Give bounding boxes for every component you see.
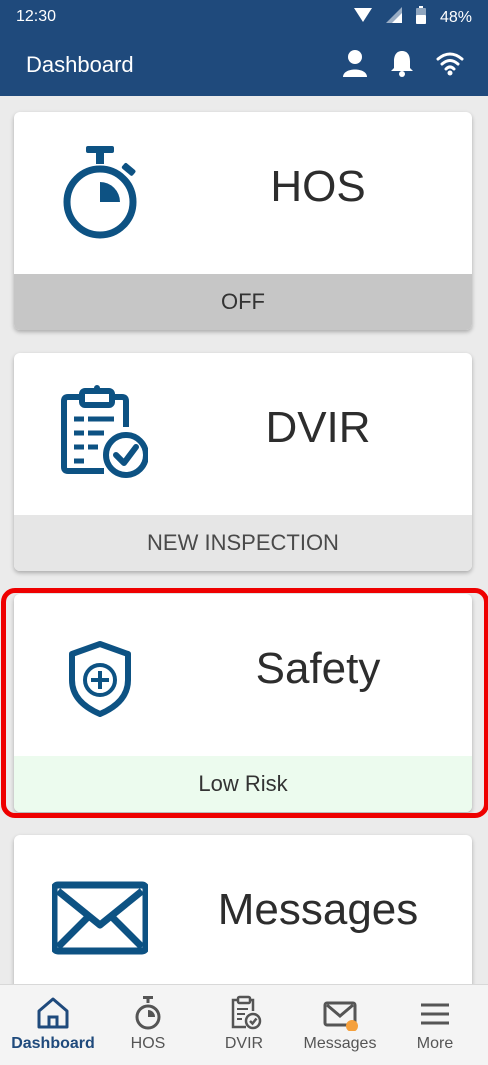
bell-icon[interactable]	[390, 49, 414, 77]
messages-card-title: Messages	[217, 885, 419, 934]
cell-signal-icon	[385, 7, 402, 28]
nav-dashboard[interactable]: Dashboard	[5, 985, 101, 1065]
hos-card-title: HOS	[270, 162, 366, 211]
safety-card-title: Safety	[255, 644, 381, 693]
hos-card[interactable]: HOS OFF	[14, 112, 472, 330]
app-actions	[342, 49, 464, 77]
app-bar: Dashboard	[0, 34, 488, 96]
home-icon	[35, 995, 71, 1031]
nav-hos[interactable]: HOS	[100, 985, 196, 1065]
stopwatch-icon	[130, 995, 166, 1031]
safety-card-body: Safety	[14, 594, 472, 756]
wifi-icon[interactable]	[436, 50, 464, 76]
dvir-card[interactable]: DVIR NEW INSPECTION	[14, 353, 472, 571]
battery-icon	[415, 6, 426, 29]
envelope-icon	[322, 995, 358, 1032]
hos-card-body: HOS	[14, 112, 472, 274]
messages-card[interactable]: Messages	[14, 835, 472, 984]
status-bar: 12:30 48%	[0, 0, 488, 34]
status-icons: 48%	[353, 6, 472, 29]
dvir-card-body: DVIR	[14, 353, 472, 515]
nav-label-dashboard: Dashboard	[11, 1035, 95, 1052]
menu-icon	[417, 995, 453, 1031]
dvir-card-title: DVIR	[265, 403, 371, 452]
dashboard-content: HOS OFF DVIR NEW INSPECTION Safety Low R…	[0, 96, 488, 984]
nav-dvir[interactable]: DVIR	[196, 985, 292, 1065]
wifi-signal-icon	[353, 7, 372, 28]
shield-plus-icon	[52, 626, 148, 726]
envelope-icon	[50, 867, 150, 967]
nav-more[interactable]: More	[387, 985, 483, 1065]
bottom-nav: Dashboard HOS DVIR Messages More	[0, 984, 488, 1065]
profile-icon[interactable]	[342, 49, 368, 77]
nav-label-dvir: DVIR	[224, 1035, 264, 1052]
stopwatch-icon	[52, 144, 148, 244]
nav-messages[interactable]: Messages	[292, 985, 388, 1065]
nav-label-more: More	[416, 1035, 454, 1052]
risk-status: Low Risk	[14, 756, 472, 812]
status-time: 12:30	[16, 8, 57, 25]
messages-card-body: Messages	[14, 835, 472, 984]
safety-card[interactable]: Safety Low Risk	[14, 594, 472, 812]
new-inspection-button[interactable]: NEW INSPECTION	[14, 515, 472, 571]
nav-label-messages: Messages	[303, 1035, 377, 1052]
clipboard-check-icon	[226, 995, 262, 1031]
hos-status: OFF	[14, 274, 472, 330]
battery-percent: 48%	[439, 8, 472, 26]
page-title: Dashboard	[26, 52, 134, 77]
clipboard-check-icon	[52, 385, 149, 485]
nav-label-hos: HOS	[130, 1035, 166, 1052]
